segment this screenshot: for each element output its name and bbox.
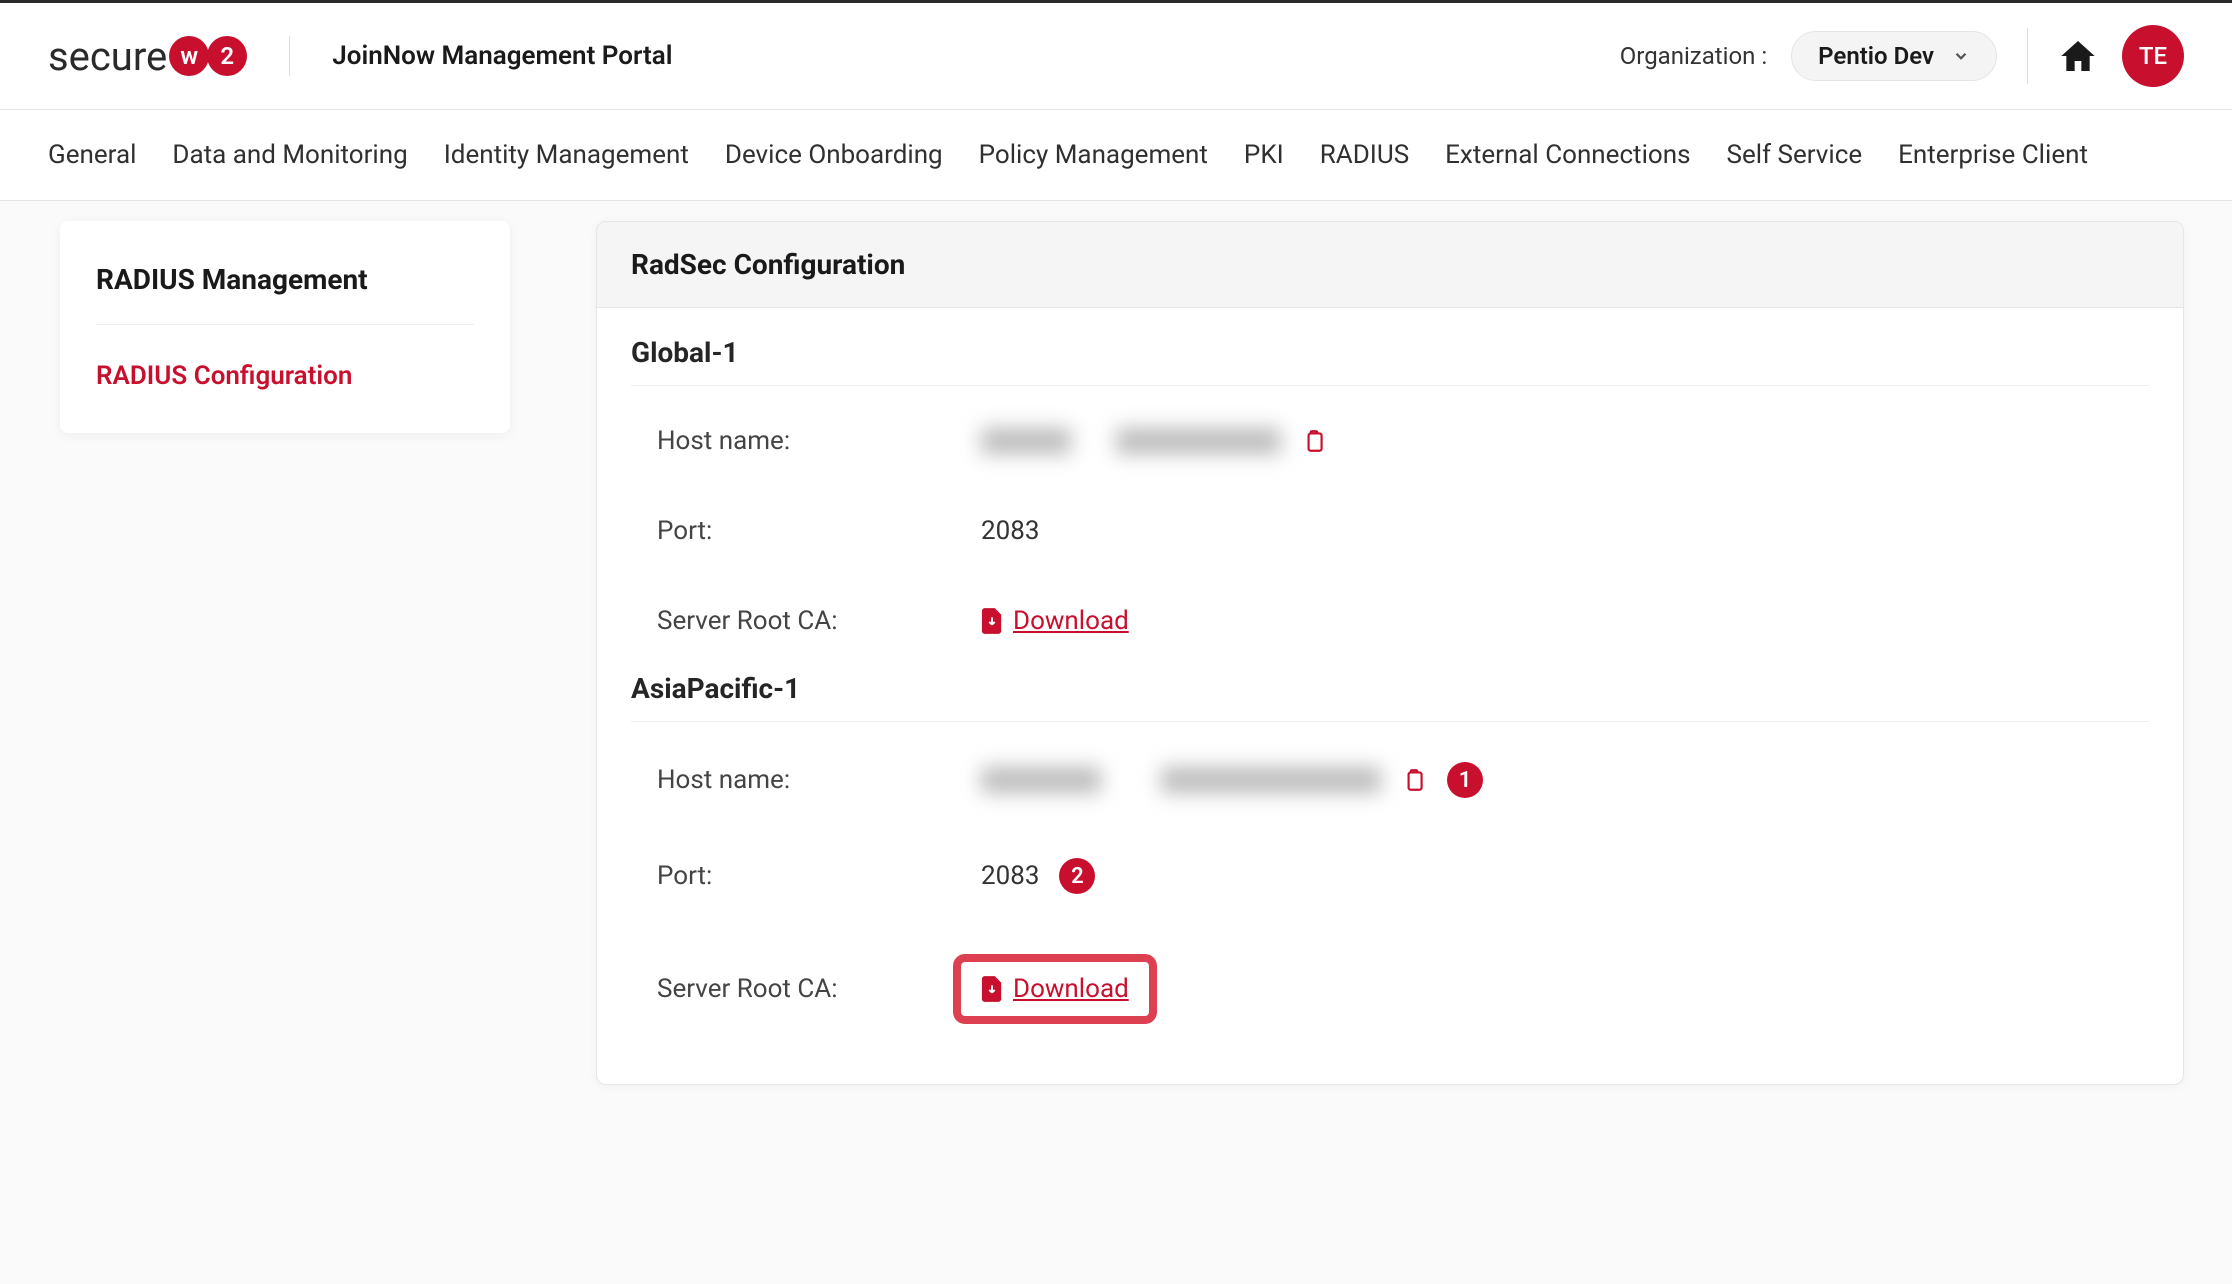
home-icon[interactable] — [2058, 36, 2098, 76]
annotation-badge-1: 1 — [1447, 762, 1483, 798]
nav-device-onboarding[interactable]: Device Onboarding — [725, 140, 943, 170]
row-server-root-ca: Server Root CA: Download — [631, 954, 2149, 1024]
nav-general[interactable]: General — [48, 140, 136, 170]
section-global-1: Global-1 Host name: Port: 2083 Server Ro… — [631, 336, 2149, 636]
avatar[interactable]: TE — [2122, 25, 2184, 87]
nav-identity[interactable]: Identity Management — [444, 140, 689, 170]
label-port: Port: — [631, 516, 981, 546]
label-hostname: Host name: — [631, 426, 981, 456]
radsec-card: RadSec Configuration Global-1 Host name:… — [596, 221, 2184, 1085]
chevron-down-icon — [1952, 47, 1970, 65]
logo-text: secure — [48, 33, 167, 80]
label-server-root-ca: Server Root CA: — [631, 974, 981, 1004]
download-highlight: Download — [953, 954, 1157, 1024]
download-label: Download — [1013, 974, 1129, 1004]
port-value: 2083 — [981, 516, 1039, 546]
hostname-value-hidden — [981, 428, 1281, 454]
file-download-icon — [981, 976, 1003, 1002]
label-server-root-ca: Server Root CA: — [631, 606, 981, 636]
hostname-value-hidden — [981, 767, 1381, 793]
copy-icon[interactable] — [1401, 767, 1427, 793]
logo-circle-2: 2 — [207, 36, 247, 76]
nav-external[interactable]: External Connections — [1445, 140, 1690, 170]
org-label: Organization : — [1620, 42, 1767, 70]
main-nav: General Data and Monitoring Identity Man… — [0, 110, 2232, 201]
header-divider — [289, 36, 290, 76]
copy-icon[interactable] — [1301, 428, 1327, 454]
nav-enterprise-client[interactable]: Enterprise Client — [1898, 140, 2088, 170]
app-header: secure w 2 JoinNow Management Portal Org… — [0, 3, 2232, 110]
org-selector[interactable]: Pentio Dev — [1791, 31, 1997, 81]
sidebar-title: RADIUS Management — [96, 263, 474, 325]
file-download-icon — [981, 608, 1003, 634]
card-title: RadSec Configuration — [597, 222, 2183, 308]
row-hostname: Host name: 1 — [631, 762, 2149, 798]
row-hostname: Host name: — [631, 426, 2149, 456]
section-title: AsiaPacific-1 — [631, 672, 2149, 722]
row-port: Port: 2083 — [631, 516, 2149, 546]
section-title: Global-1 — [631, 336, 2149, 386]
nav-pki[interactable]: PKI — [1244, 140, 1284, 170]
body-layout: RADIUS Management RADIUS Configuration R… — [0, 201, 2232, 1125]
nav-self-service[interactable]: Self Service — [1727, 140, 1863, 170]
section-asiapacific-1: AsiaPacific-1 Host name: 1 Port: 2083 2 — [631, 672, 2149, 1024]
label-port: Port: — [631, 861, 981, 891]
logo-circle-w: w — [169, 36, 209, 76]
nav-policy[interactable]: Policy Management — [979, 140, 1208, 170]
download-link[interactable]: Download — [981, 974, 1129, 1004]
port-value: 2083 — [981, 861, 1039, 891]
logo: secure w 2 — [48, 33, 247, 80]
sidebar-item-radius-config[interactable]: RADIUS Configuration — [96, 325, 474, 391]
download-link[interactable]: Download — [981, 606, 1129, 636]
sidebar: RADIUS Management RADIUS Configuration — [60, 221, 510, 433]
header-separator — [2027, 28, 2028, 84]
download-label: Download — [1013, 606, 1129, 636]
portal-title: JoinNow Management Portal — [332, 41, 672, 71]
row-server-root-ca: Server Root CA: Download — [631, 606, 2149, 636]
org-value: Pentio Dev — [1818, 42, 1934, 70]
annotation-badge-2: 2 — [1059, 858, 1095, 894]
label-hostname: Host name: — [631, 765, 981, 795]
nav-data-monitoring[interactable]: Data and Monitoring — [172, 140, 407, 170]
nav-radius[interactable]: RADIUS — [1320, 140, 1409, 170]
row-port: Port: 2083 2 — [631, 858, 2149, 894]
